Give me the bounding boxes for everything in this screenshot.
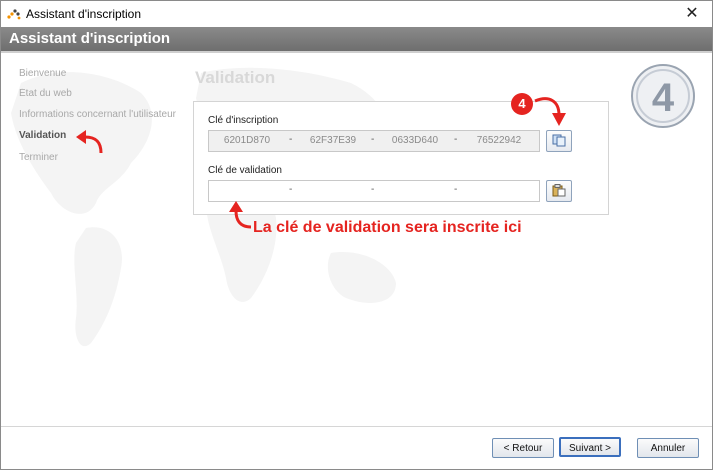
paste-icon bbox=[552, 184, 566, 197]
callout-number-badge: 4 bbox=[511, 93, 533, 115]
cancel-button[interactable]: Annuler bbox=[637, 438, 699, 458]
header-title: Assistant d'inscription bbox=[9, 30, 171, 47]
registration-key-separator: - bbox=[371, 134, 375, 145]
close-icon[interactable]: ✕ bbox=[676, 2, 708, 26]
arrow-to-validation-icon bbox=[76, 130, 103, 154]
registration-key-segment-1: 6201D870 bbox=[223, 135, 271, 146]
registration-key-field: 6201D870 - 62F37E39 - 0633D640 - 7652294… bbox=[208, 130, 540, 152]
next-button[interactable]: Suivant > bbox=[559, 437, 621, 457]
validation-key-separator: - bbox=[289, 184, 293, 195]
back-button[interactable]: < Retour bbox=[492, 438, 554, 458]
sidebar-item-etat-du-web[interactable]: État du web bbox=[19, 88, 181, 99]
registration-key-separator: - bbox=[289, 134, 293, 145]
steps-sidebar: Bienvenue État du web Informations conce… bbox=[1, 53, 181, 426]
arrow-to-copy-button-icon bbox=[534, 97, 566, 126]
wizard-header: Assistant d'inscription bbox=[1, 27, 712, 51]
sidebar-item-bienvenue[interactable]: Bienvenue bbox=[19, 68, 181, 79]
title-bar: Assistant d'inscription ✕ bbox=[1, 1, 712, 27]
validation-key-field: - - - bbox=[208, 180, 540, 202]
registration-key-segment-2: 62F37E39 bbox=[309, 135, 357, 146]
paste-key-button[interactable] bbox=[546, 180, 572, 202]
copy-key-button[interactable] bbox=[546, 130, 572, 152]
registration-key-segment-4: 76522942 bbox=[476, 135, 522, 146]
arrow-to-validation-field-icon bbox=[229, 201, 252, 229]
copy-icon bbox=[552, 134, 566, 147]
app-logo-icon bbox=[7, 9, 21, 20]
validation-key-label: Clé de validation bbox=[208, 165, 282, 176]
step-number-badge: 4 bbox=[631, 64, 695, 128]
validation-key-separator: - bbox=[454, 184, 458, 195]
step-number: 4 bbox=[652, 76, 675, 120]
validation-key-separator: - bbox=[371, 184, 375, 195]
footer-divider bbox=[1, 426, 712, 427]
registration-key-label: Clé d'inscription bbox=[208, 115, 279, 126]
sidebar-item-informations-utilisateur[interactable]: Informations concernant l'utilisateur bbox=[19, 109, 181, 120]
wizard-window: Assistant d'inscription ✕ Assistant d'in… bbox=[0, 0, 713, 470]
page-title: Validation bbox=[195, 68, 276, 87]
window-title: Assistant d'inscription bbox=[26, 7, 142, 21]
registration-key-segment-3: 0633D640 bbox=[391, 135, 439, 146]
registration-key-separator: - bbox=[454, 134, 458, 145]
callout-text: La clé de validation sera inscrite ici bbox=[253, 219, 522, 236]
